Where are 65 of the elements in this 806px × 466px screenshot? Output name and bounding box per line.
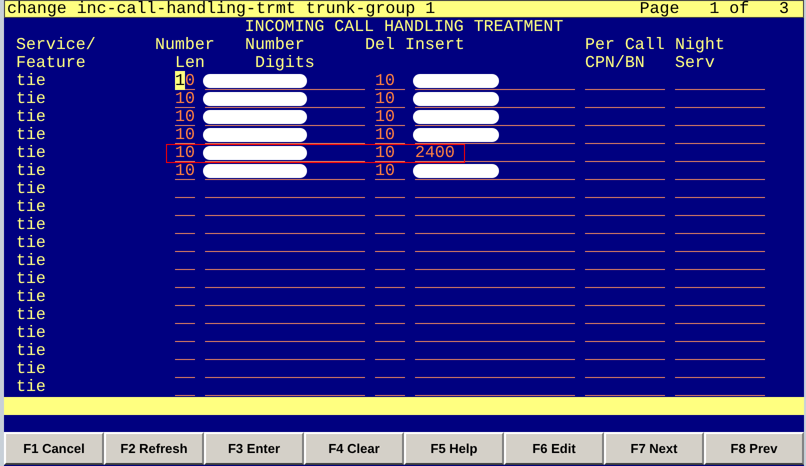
service-label: tie [16,107,46,126]
service-label: tie [16,269,46,288]
insert-field[interactable] [415,72,575,90]
del-field[interactable]: 10 [375,108,405,126]
insert-field[interactable]: 2400 [415,144,575,162]
function-key-button[interactable]: F8 Prev [704,432,804,465]
column-header: Serv [675,53,715,72]
del-field[interactable]: 10 [375,144,405,162]
function-key-button[interactable]: F6 Edit [504,432,604,465]
service-label: tie [16,251,46,270]
column-header: Len [175,53,205,72]
del-field[interactable]: 10 [375,162,405,180]
service-label: tie [16,341,46,360]
function-key-button[interactable]: F5 Help [404,432,504,465]
len-field[interactable]: 10 [175,90,195,108]
digits-field[interactable] [205,108,365,126]
function-key-button[interactable]: F2 Refresh [104,432,204,465]
command-text: change inc-call-handling-trmt trunk-group 1 [7,1,436,17]
del-field[interactable]: 10 [375,126,405,144]
function-key-button[interactable]: F7 Next [604,432,704,465]
function-key-button[interactable]: F1 Cancel [4,432,104,465]
service-label: tie [16,287,46,306]
digits-field[interactable] [205,162,365,180]
service-label: tie [16,71,46,90]
function-key-button[interactable]: F4 Clear [304,432,404,465]
service-label: tie [16,323,46,342]
column-header: CPN/BN [585,53,645,72]
digits-field[interactable] [205,90,365,108]
service-label: tie [16,143,46,162]
len-field[interactable]: 10 [175,144,195,162]
service-label: tie [16,89,46,108]
column-header: Service/ [16,35,96,54]
column-header: Per Call [585,35,665,54]
service-label: tie [16,377,46,396]
column-header: Del [365,35,395,54]
digits-field[interactable] [205,144,365,162]
column-header: Number [155,35,215,54]
insert-field[interactable] [415,162,575,180]
del-field[interactable]: 10 [375,90,405,108]
service-label: tie [16,305,46,324]
insert-field[interactable] [415,90,575,108]
form-title: INCOMING CALL HANDLING TREATMENT [244,18,564,36]
service-label: tie [16,125,46,144]
column-header: Digits [255,53,315,72]
service-label: tie [16,161,46,180]
del-field[interactable]: 10 [375,72,405,90]
column-header: Feature [16,53,86,72]
service-label: tie [16,179,46,198]
len-field[interactable]: 10 [175,108,195,126]
len-field[interactable]: 10 [175,126,195,144]
column-header: Night [675,35,725,54]
service-label: tie [16,197,46,216]
page-indicator: Page 1 of 3 [640,1,789,17]
insert-field[interactable] [415,126,575,144]
digits-field[interactable] [205,126,365,144]
function-key-button[interactable]: F3 Enter [204,432,304,465]
len-field[interactable]: 10 [175,162,195,180]
service-label: tie [16,359,46,378]
digits-field[interactable] [205,72,365,90]
column-header: Insert [405,35,465,54]
service-label: tie [16,215,46,234]
column-header: Number [245,35,305,54]
command-input-bar[interactable] [4,397,804,415]
service-label: tie [16,233,46,252]
insert-field[interactable] [415,108,575,126]
